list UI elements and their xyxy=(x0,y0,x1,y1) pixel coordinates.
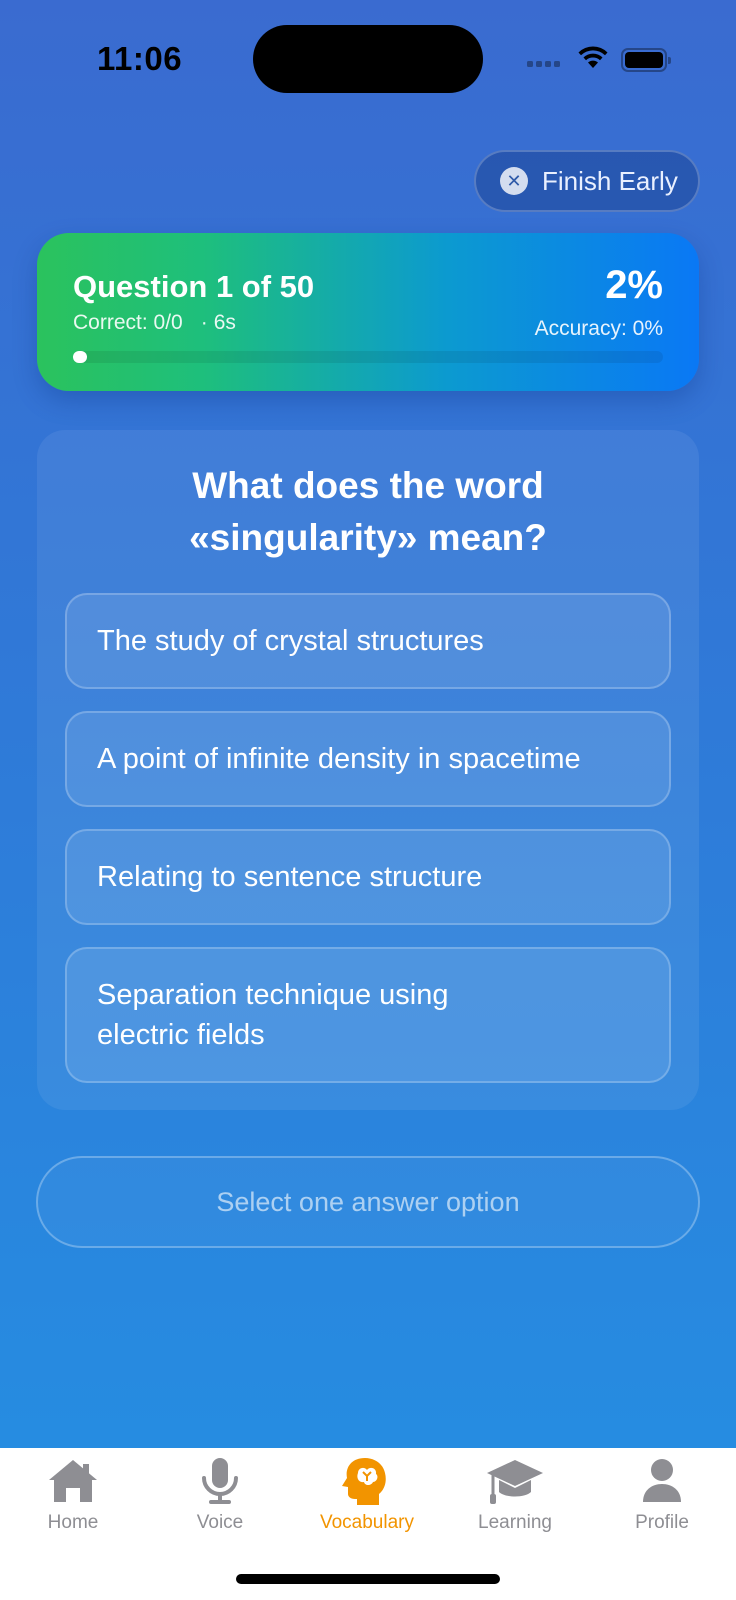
tab-home[interactable]: Home xyxy=(3,1456,143,1534)
wifi-icon xyxy=(578,46,608,68)
tab-voice[interactable]: Voice xyxy=(150,1456,290,1534)
tab-label: Learning xyxy=(478,1512,552,1533)
tab-label: Voice xyxy=(196,1512,244,1533)
home-indicator xyxy=(236,1574,500,1584)
progress-percent: 2% xyxy=(605,263,663,307)
answer-option[interactable]: Relating to sentence structure xyxy=(65,829,671,925)
question-counter: Question 1 of 50 xyxy=(73,269,315,304)
tab-learning[interactable]: Learning xyxy=(445,1456,585,1534)
question-card: What does the word «singularity» mean? T… xyxy=(37,430,699,1110)
graduation-cap-icon xyxy=(487,1460,543,1504)
answer-option-label: A point of infinite density in spacetime xyxy=(97,743,581,775)
tab-label: Home xyxy=(47,1512,99,1533)
progress-bar xyxy=(73,351,663,363)
progress-stats: Correct: 0/0 6s xyxy=(73,311,236,335)
house-icon xyxy=(49,1460,97,1502)
battery-icon xyxy=(621,48,671,72)
finish-early-button[interactable]: ✕ Finish Early xyxy=(474,150,700,212)
dynamic-island xyxy=(253,25,483,93)
close-circle-icon: ✕ xyxy=(500,167,528,195)
progress-bar-fill xyxy=(73,351,87,363)
finish-early-label: Finish Early xyxy=(542,165,678,196)
person-icon xyxy=(643,1459,681,1502)
answer-option[interactable]: Separation technique using electric fiel… xyxy=(65,947,671,1083)
status-time: 11:06 xyxy=(97,40,183,77)
tab-vocabulary[interactable]: Vocabulary xyxy=(297,1456,437,1534)
accuracy-label: Accuracy: 0% xyxy=(534,317,663,340)
microphone-icon xyxy=(202,1458,238,1504)
elapsed-time: 6s xyxy=(201,311,236,335)
answer-option[interactable]: The study of crystal structures xyxy=(65,593,671,689)
status-bar: 11:06 xyxy=(0,0,736,120)
tab-label: Vocabulary xyxy=(319,1512,414,1533)
answer-option-label: The study of crystal structures xyxy=(97,625,484,657)
submit-answer-label: Select one answer option xyxy=(216,1186,520,1217)
progress-card: Question 1 of 50 Correct: 0/0 6s 2% Accu… xyxy=(37,233,699,391)
answer-option-label: Relating to sentence structure xyxy=(97,861,483,893)
question-text: What does the word «singularity» mean? xyxy=(189,465,547,558)
tab-label: Profile xyxy=(635,1512,689,1533)
answer-option-label: Separation technique using electric fiel… xyxy=(97,979,449,1051)
cellular-signal-icon xyxy=(527,61,560,67)
submit-answer-button[interactable]: Select one answer option xyxy=(36,1156,700,1248)
brain-head-icon xyxy=(342,1458,386,1505)
correct-count: Correct: 0/0 xyxy=(73,311,183,334)
tab-profile[interactable]: Profile xyxy=(592,1456,732,1534)
answer-option[interactable]: A point of infinite density in spacetime xyxy=(65,711,671,807)
